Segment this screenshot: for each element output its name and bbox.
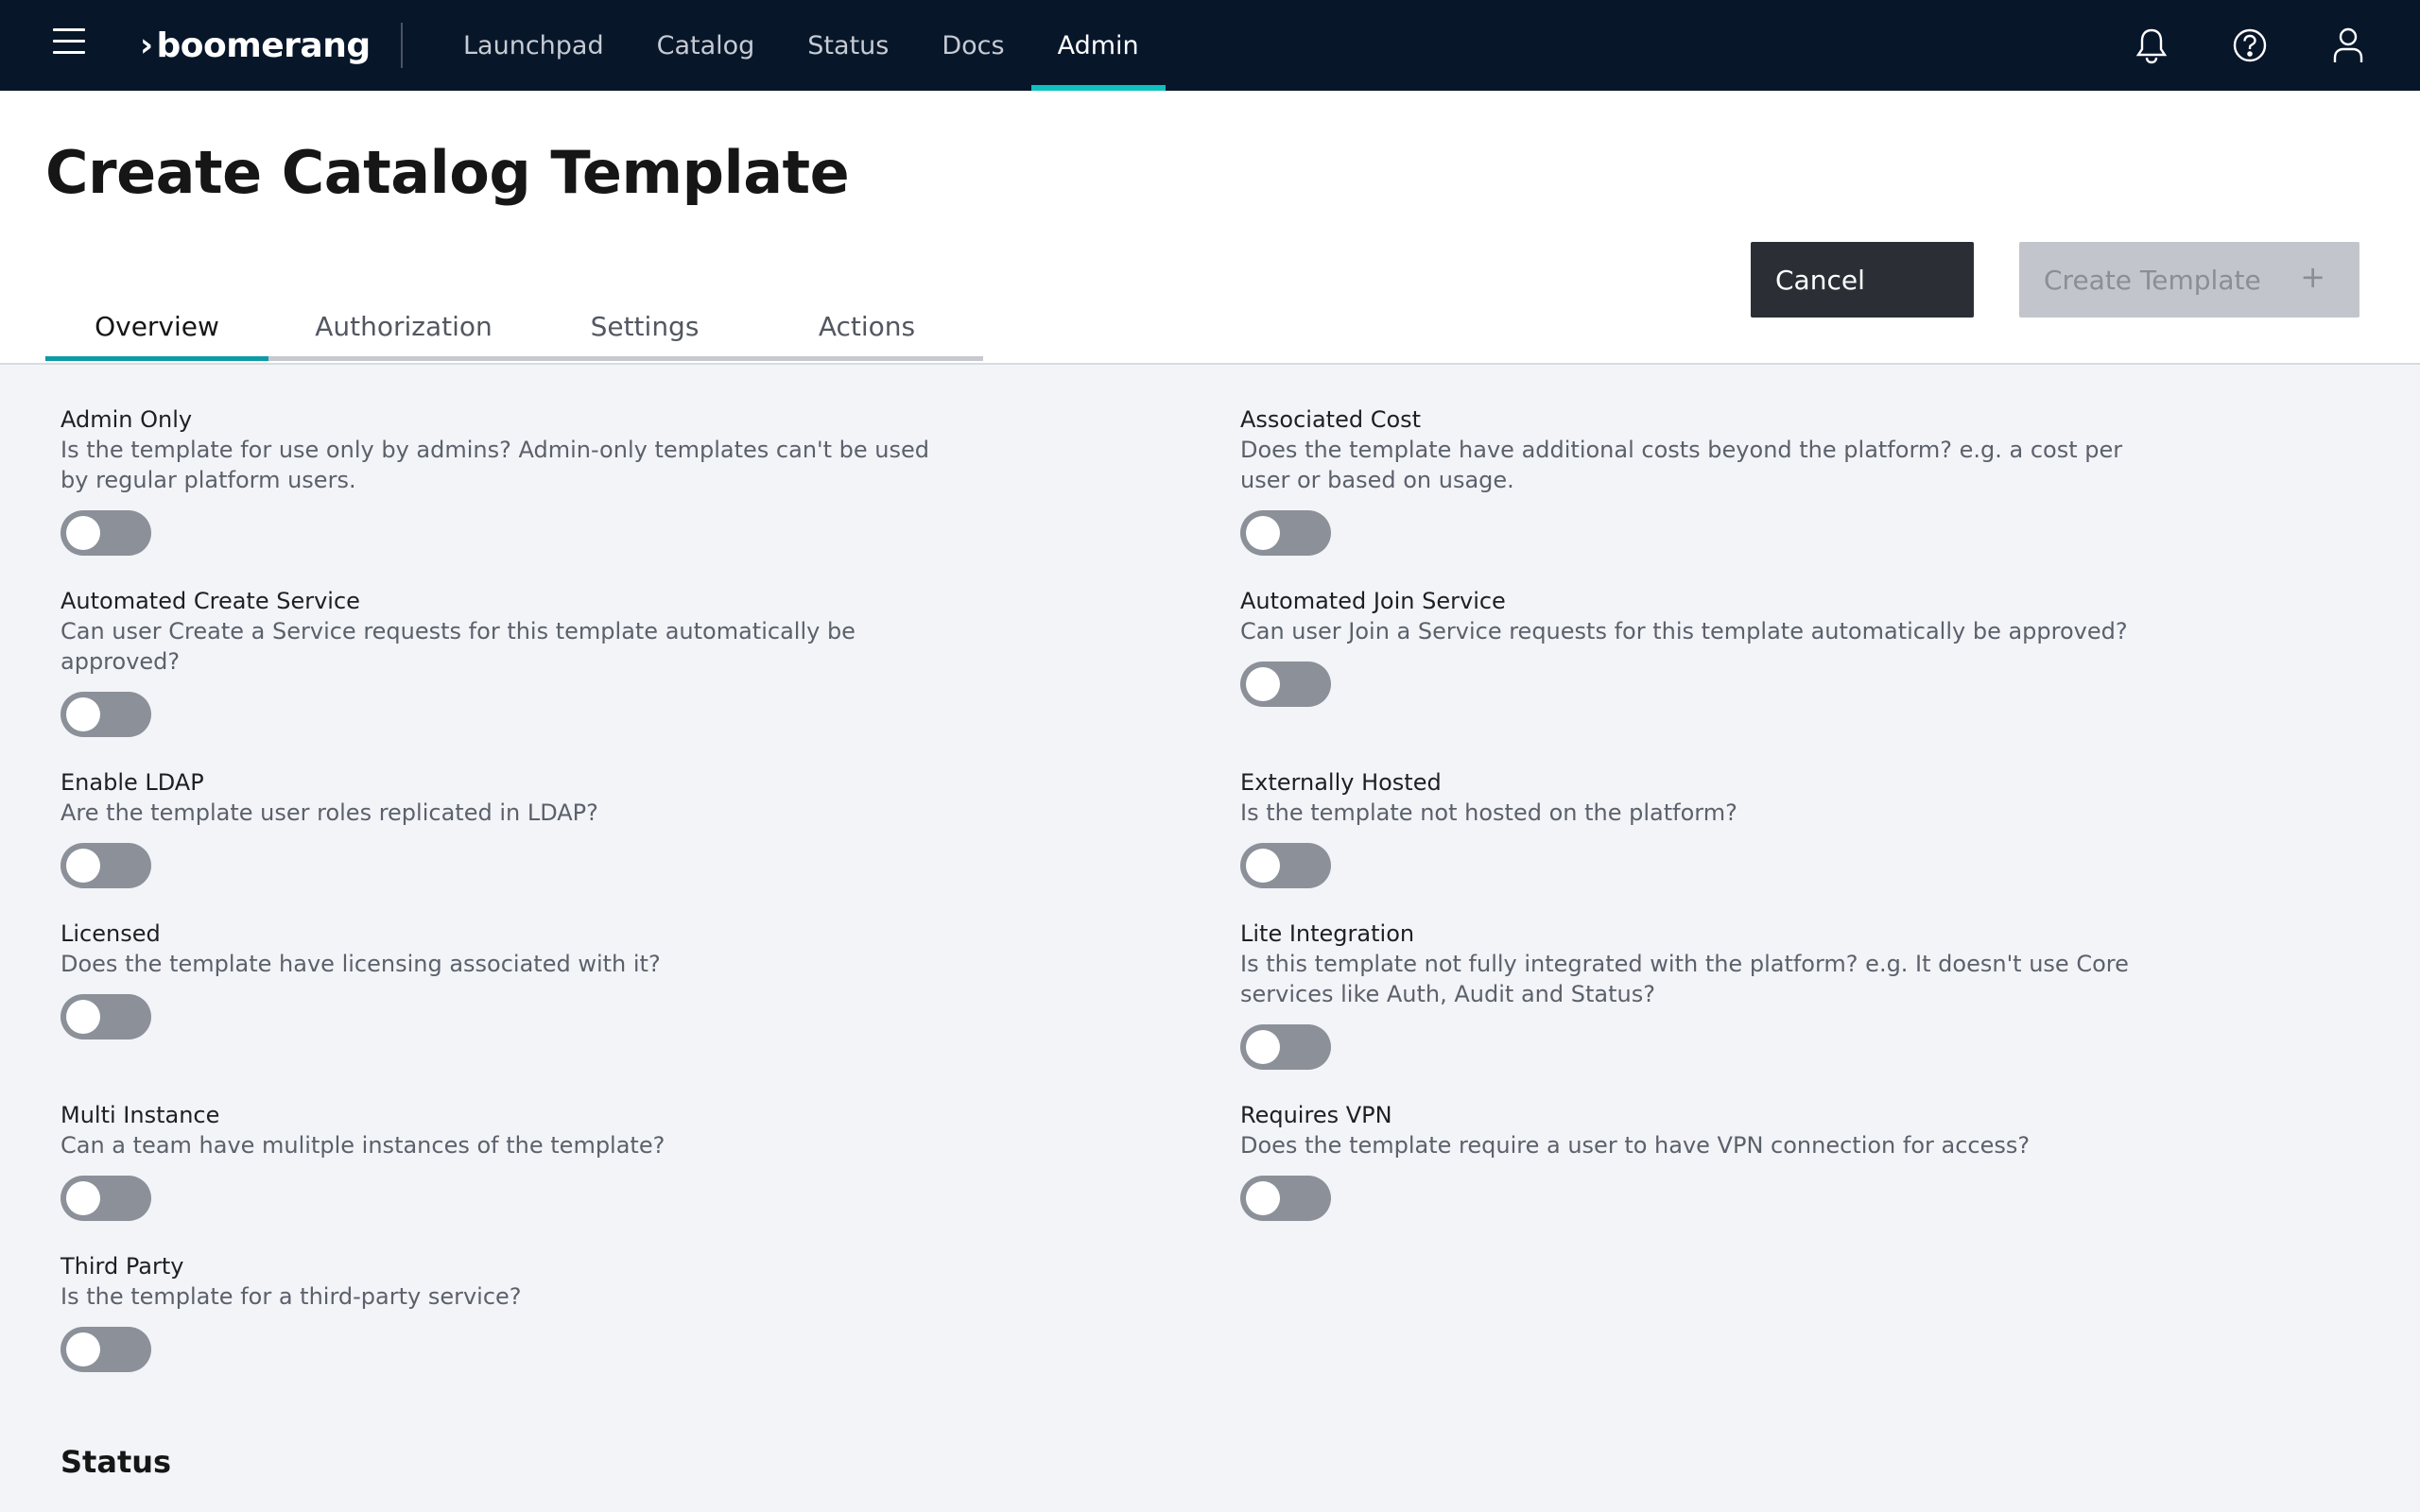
automated-join-service-toggle[interactable] <box>1240 662 1331 707</box>
field-label: Lite Integration <box>1240 920 1415 947</box>
help-icon[interactable] <box>2201 0 2299 91</box>
nav-item-catalog[interactable]: Catalog <box>631 0 782 91</box>
page-title: Create Catalog Template <box>45 138 850 207</box>
page-header: Create Catalog Template Cancel Create Te… <box>0 91 2420 365</box>
field-third-party: Third Party Is the template for a third-… <box>60 1251 949 1312</box>
field-label: Externally Hosted <box>1240 769 1442 796</box>
tab-overview[interactable]: Overview <box>45 297 268 361</box>
field-label: Licensed <box>60 920 161 947</box>
field-multi-instance: Multi Instance Can a team have mulitple … <box>60 1100 949 1160</box>
nav-item-admin[interactable]: Admin <box>1030 0 1166 91</box>
multi-instance-toggle[interactable] <box>60 1176 151 1221</box>
field-licensed: Licensed Does the template have licensin… <box>60 919 949 979</box>
requires-vpn-toggle[interactable] <box>1240 1176 1331 1221</box>
top-icons <box>2102 0 2397 91</box>
field-label: Requires VPN <box>1240 1102 1392 1128</box>
field-description: Can user Create a Service requests for t… <box>60 618 856 675</box>
nav-item-docs[interactable]: Docs <box>915 0 1030 91</box>
menu-icon[interactable] <box>53 28 85 57</box>
tab-settings[interactable]: Settings <box>539 297 751 356</box>
externally-hosted-toggle[interactable] <box>1240 843 1331 888</box>
field-description: Are the template user roles replicated i… <box>60 799 598 826</box>
field-description: Does the template require a user to have… <box>1240 1132 2031 1159</box>
licensed-toggle[interactable] <box>60 994 151 1040</box>
brand-divider <box>401 23 403 68</box>
field-label: Third Party <box>60 1253 184 1280</box>
field-label: Multi Instance <box>60 1102 220 1128</box>
field-externally-hosted: Externally Hosted Is the template not ho… <box>1240 767 2129 828</box>
field-description: Can a team have mulitple instances of th… <box>60 1132 666 1159</box>
main-nav: Launchpad Catalog Status Docs Admin <box>437 0 1166 91</box>
field-description: Does the template have additional costs … <box>1240 437 2123 493</box>
plus-icon: + <box>2300 259 2325 295</box>
top-nav-bar: › boomerang Launchpad Catalog Status Doc… <box>0 0 2420 91</box>
field-label: Admin Only <box>60 406 193 433</box>
field-description: Is the template for a third-party servic… <box>60 1283 522 1310</box>
user-icon[interactable] <box>2299 0 2397 91</box>
brand-chevron-icon: › <box>140 26 153 64</box>
brand-name: boomerang <box>156 26 372 65</box>
enable-ldap-toggle[interactable] <box>60 843 151 888</box>
create-template-label: Create Template <box>2044 264 2261 296</box>
field-automated-join-service: Automated Join Service Can user Join a S… <box>1240 586 2129 646</box>
field-associated-cost: Associated Cost Does the template have a… <box>1240 404 2129 495</box>
field-label: Automated Join Service <box>1240 588 1506 614</box>
field-enable-ldap: Enable LDAP Are the template user roles … <box>60 767 949 828</box>
status-section-title: Status <box>60 1444 172 1480</box>
tab-authorization[interactable]: Authorization <box>268 297 539 356</box>
third-party-toggle[interactable] <box>60 1327 151 1372</box>
field-description: Does the template have licensing associa… <box>60 951 661 977</box>
lite-integration-toggle[interactable] <box>1240 1024 1331 1070</box>
field-label: Automated Create Service <box>60 588 360 614</box>
field-description: Is the template not hosted on the platfo… <box>1240 799 1737 826</box>
field-label: Enable LDAP <box>60 769 204 796</box>
nav-item-launchpad[interactable]: Launchpad <box>437 0 631 91</box>
field-requires-vpn: Requires VPN Does the template require a… <box>1240 1100 2129 1160</box>
create-template-button[interactable]: Create Template + <box>2019 242 2360 318</box>
field-description: Is the template for use only by admins? … <box>60 437 930 493</box>
brand-logo[interactable]: › boomerang <box>140 21 371 70</box>
field-description: Can user Join a Service requests for thi… <box>1240 618 2128 644</box>
field-label: Associated Cost <box>1240 406 1422 433</box>
tab-actions[interactable]: Actions <box>751 297 983 356</box>
field-admin-only: Admin Only Is the template for use only … <box>60 404 949 495</box>
field-automated-create-service: Automated Create Service Can user Create… <box>60 586 949 677</box>
field-lite-integration: Lite Integration Is this template not fu… <box>1240 919 2129 1009</box>
nav-item-status[interactable]: Status <box>781 0 915 91</box>
admin-only-toggle[interactable] <box>60 510 151 556</box>
tab-bar: Overview Authorization Settings Actions <box>45 297 983 361</box>
cancel-button[interactable]: Cancel <box>1751 242 1974 318</box>
associated-cost-toggle[interactable] <box>1240 510 1331 556</box>
automated-create-service-toggle[interactable] <box>60 692 151 737</box>
bell-icon[interactable] <box>2102 0 2201 91</box>
field-description: Is this template not fully integrated wi… <box>1240 951 2129 1007</box>
